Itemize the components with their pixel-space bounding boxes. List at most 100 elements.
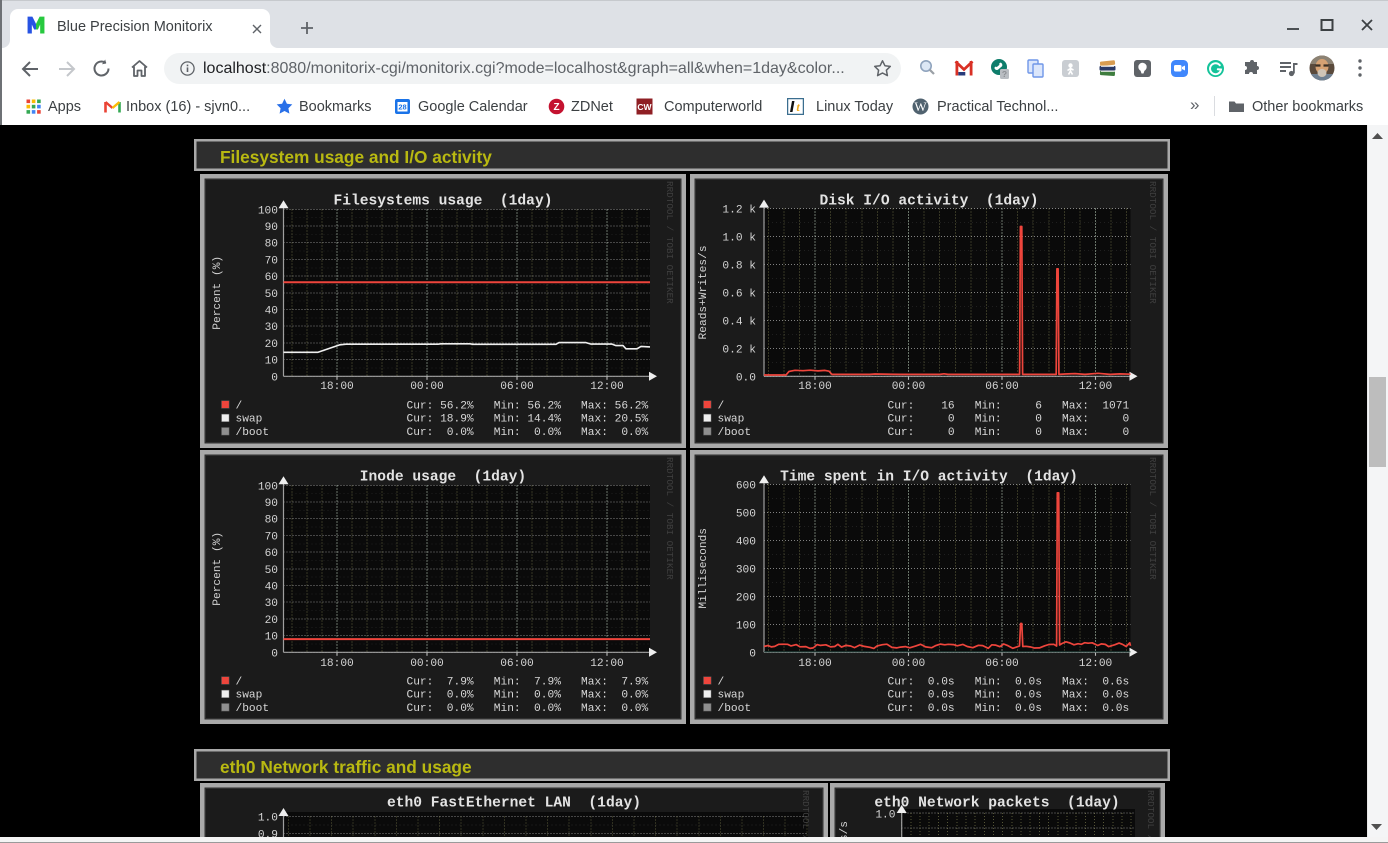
svg-text:Z: Z — [553, 102, 559, 113]
svg-text:06:00: 06:00 — [985, 658, 1019, 670]
svg-text:10: 10 — [265, 632, 279, 644]
svg-text:eth0 FastEthernet LAN (1day): eth0 FastEthernet LAN (1day) — [387, 796, 641, 812]
svg-text:/: / — [236, 676, 243, 688]
svg-text:90: 90 — [265, 498, 279, 510]
svg-text:Cur: 0 Min: 0 Max:: Cur: 0 Min: 0 Max: 0 — [888, 427, 1130, 439]
svg-text:Reads+Writes/s: Reads+Writes/s — [698, 245, 710, 339]
svg-text:12:00: 12:00 — [590, 658, 624, 670]
svg-text:RRDTOOL / TOBI OETIKER: RRDTOOL / TOBI OETIKER — [1145, 790, 1156, 843]
svg-text:CW: CW — [637, 102, 652, 112]
svg-text:Cur: 7.9% Min: 7.9% Max:: Cur: 7.9% Min: 7.9% Max: 7.9% — [407, 676, 649, 688]
svg-text:18:00: 18:00 — [798, 658, 832, 670]
svg-text:/: / — [236, 400, 243, 412]
svg-text:18:00: 18:00 — [320, 381, 354, 393]
svg-text:Inode usage (1day): Inode usage (1day) — [360, 470, 526, 486]
svg-text:28: 28 — [398, 103, 406, 112]
svg-text:swap: swap — [236, 414, 263, 426]
svg-text:40: 40 — [265, 306, 279, 318]
svg-text:12:00: 12:00 — [1079, 381, 1113, 393]
svg-text:Cur: 0.0% Min: 0.0% Max:: Cur: 0.0% Min: 0.0% Max: 0.0% — [407, 427, 649, 439]
svg-text:500: 500 — [736, 508, 756, 520]
svg-text:50: 50 — [265, 289, 279, 301]
svg-text:100: 100 — [258, 481, 278, 493]
svg-text:RRDTOOL / TOBI OETIKER: RRDTOOL / TOBI OETIKER — [664, 457, 675, 580]
svg-text:Filesystem usage and I/O activ: Filesystem usage and I/O activity — [220, 147, 492, 167]
svg-text:600: 600 — [736, 480, 756, 492]
svg-text:0: 0 — [749, 648, 756, 660]
svg-text:Cur: 16 Min: 6 Max:: Cur: 16 Min: 6 Max: 1071 — [888, 400, 1130, 412]
svg-text:00:00: 00:00 — [892, 658, 926, 670]
svg-text:90: 90 — [265, 222, 279, 234]
svg-text:80: 80 — [265, 515, 279, 527]
svg-text:0.8 k: 0.8 k — [722, 261, 756, 273]
svg-text:50: 50 — [265, 565, 279, 577]
svg-text:Cur: 0.0% Min: 0.0% Max:: Cur: 0.0% Min: 0.0% Max: 0.0% — [407, 703, 649, 715]
svg-text:Cur: 0.0% Min: 0.0% Max:: Cur: 0.0% Min: 0.0% Max: 0.0% — [407, 690, 649, 702]
svg-text:80: 80 — [265, 239, 279, 251]
svg-text:1.0: 1.0 — [875, 810, 895, 822]
svg-text:RRDTOOL / TOBI OETIKER: RRDTOOL / TOBI OETIKER — [664, 181, 675, 304]
svg-text:12:00: 12:00 — [1079, 658, 1113, 670]
svg-text:12:00: 12:00 — [590, 381, 624, 393]
svg-text:1.2 k: 1.2 k — [722, 205, 756, 217]
svg-text:06:00: 06:00 — [500, 658, 534, 670]
svg-text:60: 60 — [265, 548, 279, 560]
svg-text:300: 300 — [736, 564, 756, 576]
svg-text:60: 60 — [265, 272, 279, 284]
svg-text:/boot: /boot — [236, 427, 270, 439]
svg-text:swap: swap — [236, 690, 263, 702]
svg-text:70: 70 — [265, 255, 279, 267]
svg-text:30: 30 — [265, 322, 279, 334]
svg-text:Percent (%): Percent (%) — [212, 532, 224, 606]
svg-text:/: / — [718, 400, 725, 412]
svg-text:18:00: 18:00 — [320, 658, 354, 670]
svg-text:200: 200 — [736, 592, 756, 604]
svg-text:0.6 k: 0.6 k — [722, 288, 756, 300]
svg-text:Cur: 0.0s Min: 0.0s Max:: Cur: 0.0s Min: 0.0s Max: 0.0s — [888, 690, 1130, 702]
svg-text:eth0 Network traffic and usage: eth0 Network traffic and usage — [220, 757, 472, 777]
svg-text:18:00: 18:00 — [798, 381, 832, 393]
svg-text:eth0 Network packets (1day): eth0 Network packets (1day) — [874, 796, 1119, 812]
svg-text:30: 30 — [265, 598, 279, 610]
svg-text:/boot: /boot — [718, 427, 752, 439]
svg-text:Cur: 0.0s Min: 0.0s Max:: Cur: 0.0s Min: 0.0s Max: 0.0s — [888, 703, 1130, 715]
svg-text:0.4 k: 0.4 k — [722, 316, 756, 328]
svg-text:1.0 k: 1.0 k — [722, 233, 756, 245]
svg-text:Cur: 18.9% Min: 14.4% Max:: Cur: 18.9% Min: 14.4% Max: 20.5% — [407, 414, 649, 426]
svg-text:00:00: 00:00 — [410, 658, 444, 670]
svg-text:/boot: /boot — [236, 703, 270, 715]
svg-text:Time spent in I/O activity (1: Time spent in I/O activity (1day) — [780, 470, 1078, 486]
svg-text:swap: swap — [718, 690, 745, 702]
svg-text:RRDTOOL / TOBI OETIKER: RRDTOOL / TOBI OETIKER — [1147, 181, 1158, 304]
svg-text:0: 0 — [271, 372, 278, 384]
svg-text:00:00: 00:00 — [892, 381, 926, 393]
svg-text:Cur: 0.0s Min: 0.0s Max:: Cur: 0.0s Min: 0.0s Max: 0.6s — [888, 676, 1130, 688]
svg-text:100: 100 — [736, 620, 756, 632]
svg-text:Cur: 0 Min: 0 Max:: Cur: 0 Min: 0 Max: 0 — [888, 414, 1130, 426]
svg-text:400: 400 — [736, 536, 756, 548]
svg-text:Disk I/O activity (1day): Disk I/O activity (1day) — [820, 194, 1039, 210]
svg-text:Percent (%): Percent (%) — [212, 256, 224, 330]
svg-text:20: 20 — [265, 615, 279, 627]
svg-text:06:00: 06:00 — [500, 381, 534, 393]
svg-text:100: 100 — [258, 205, 278, 217]
svg-text:06:00: 06:00 — [985, 381, 1019, 393]
svg-text:RRDTOOL / TOBI OETIKER: RRDTOOL / TOBI OETIKER — [1147, 457, 1158, 580]
svg-text:Milliseconds: Milliseconds — [698, 528, 710, 609]
svg-text:/boot: /boot — [718, 703, 752, 715]
svg-text:00:00: 00:00 — [410, 381, 444, 393]
svg-text:W: W — [914, 99, 927, 114]
svg-text:20: 20 — [265, 339, 279, 351]
svg-text:0: 0 — [271, 648, 278, 660]
svg-text:10: 10 — [265, 356, 279, 368]
svg-text:0.2 k: 0.2 k — [722, 344, 756, 356]
svg-text:?: ? — [1002, 69, 1007, 79]
svg-text:RRDTOOL / TOBI OETIKER: RRDTOOL / TOBI OETIKER — [800, 790, 811, 843]
svg-text:Cur: 56.2% Min: 56.2% Max:: Cur: 56.2% Min: 56.2% Max: 56.2% — [407, 400, 649, 412]
svg-text:0.0: 0.0 — [736, 372, 756, 384]
svg-text:70: 70 — [265, 531, 279, 543]
svg-text:swap: swap — [718, 414, 745, 426]
svg-text:/: / — [718, 676, 725, 688]
svg-text:Filesystems usage (1day): Filesystems usage (1day) — [334, 194, 553, 210]
svg-text:40: 40 — [265, 582, 279, 594]
